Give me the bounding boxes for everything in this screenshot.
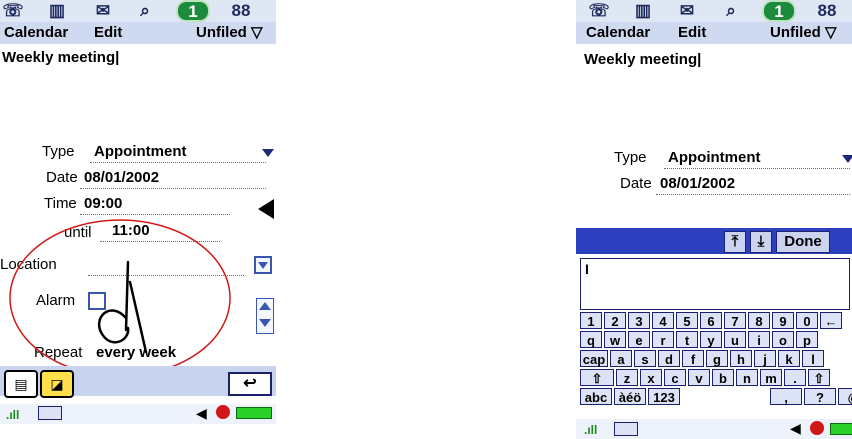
key-3-9[interactable]: ⇧ (808, 369, 830, 386)
key-1-9[interactable]: p (796, 331, 818, 348)
key-1-4[interactable]: t (676, 331, 698, 348)
menu-calendar[interactable]: Calendar (586, 22, 650, 44)
keyboard-icon[interactable] (614, 422, 638, 436)
key-3-0[interactable]: ⇧ (580, 369, 614, 386)
key-2-9[interactable]: l (802, 350, 824, 367)
key-2-6[interactable]: h (730, 350, 752, 367)
apps-icon[interactable]: 88 (816, 1, 838, 21)
key-1-5[interactable]: y (700, 331, 722, 348)
key-1-3[interactable]: r (652, 331, 674, 348)
key-4-1[interactable]: àéö (614, 388, 646, 405)
key-2-4[interactable]: f (682, 350, 704, 367)
type-dropdown-icon[interactable] (842, 155, 852, 163)
key-4-4[interactable]: ? (804, 388, 836, 405)
key-0-6[interactable]: 7 (724, 312, 746, 329)
key-3-4[interactable]: v (688, 369, 710, 386)
calendar-event-screen-right: ☏ ▥ ✉ ⌕ 1 88 Calendar Edit Unfiled ▽ Wee… (576, 0, 852, 439)
back-button[interactable]: ↩ (228, 372, 272, 396)
type-label: Type (614, 149, 647, 166)
key-2-3[interactable]: d (658, 350, 680, 367)
key-4-3[interactable]: , (770, 388, 802, 405)
menu-edit[interactable]: Edit (678, 22, 706, 44)
key-0-10[interactable]: ← (820, 312, 842, 329)
key-0-8[interactable]: 9 (772, 312, 794, 329)
clock-icon[interactable] (216, 405, 230, 419)
key-2-2[interactable]: s (634, 350, 656, 367)
key-3-3[interactable]: c (664, 369, 686, 386)
key-0-7[interactable]: 8 (748, 312, 770, 329)
tab-details[interactable]: ▤ (4, 370, 38, 398)
battery-icon (236, 407, 272, 419)
key-3-1[interactable]: z (616, 369, 638, 386)
text-input-area[interactable]: I (580, 258, 850, 310)
key-0-4[interactable]: 5 (676, 312, 698, 329)
key-0-3[interactable]: 4 (652, 312, 674, 329)
text-cursor: I (585, 261, 589, 277)
signal-icon: .ıll (6, 408, 20, 422)
key-0-1[interactable]: 2 (604, 312, 626, 329)
key-1-6[interactable]: u (724, 331, 746, 348)
key-2-7[interactable]: j (754, 350, 776, 367)
key-0-9[interactable]: 0 (796, 312, 818, 329)
keyboard-toolbar: ⤒ ⤓ Done (576, 228, 852, 254)
type-value[interactable]: Appointment (668, 149, 760, 166)
menu-bar: Calendar Edit Unfiled ▽ (576, 22, 852, 44)
move-to-bottom-button[interactable]: ⤓ (750, 231, 772, 253)
key-0-5[interactable]: 6 (700, 312, 722, 329)
key-2-0[interactable]: cap (580, 350, 608, 367)
phone-icon[interactable]: ☏ (588, 1, 610, 21)
status-bar: .ıll ◀ (576, 419, 852, 439)
key-1-7[interactable]: i (748, 331, 770, 348)
key-3-7[interactable]: m (760, 369, 782, 386)
key-1-8[interactable]: o (772, 331, 794, 348)
date-value[interactable]: 08/01/2002 (660, 175, 735, 192)
volume-icon[interactable]: ◀ (196, 405, 207, 422)
keyboard-icon[interactable] (38, 406, 62, 420)
key-2-8[interactable]: k (778, 350, 800, 367)
event-title[interactable]: Weekly meeting| (584, 51, 701, 68)
category-dropdown[interactable]: Unfiled ▽ (770, 22, 837, 44)
battery-icon (830, 423, 852, 435)
key-0-0[interactable]: 1 (580, 312, 602, 329)
key-3-8[interactable]: . (784, 369, 806, 386)
key-4-5[interactable]: @ (838, 388, 852, 405)
tab-note[interactable]: ◪ (40, 370, 74, 398)
key-4-0[interactable]: abc (580, 388, 612, 405)
status-bar: .ıll ◀ (0, 404, 276, 424)
key-0-2[interactable]: 3 (628, 312, 650, 329)
key-3-5[interactable]: b (712, 369, 734, 386)
key-1-1[interactable]: w (604, 331, 626, 348)
key-3-6[interactable]: n (736, 369, 758, 386)
move-to-top-button[interactable]: ⤒ (724, 231, 746, 253)
key-3-2[interactable]: x (640, 369, 662, 386)
calendar-event-screen-left: ☏ ▥ ✉ ⌕ 1 88 Calendar Edit Unfiled ▽ Wee… (0, 0, 276, 439)
key-1-0[interactable]: q (580, 331, 602, 348)
key-4-2[interactable]: 123 (648, 388, 680, 405)
browser-icon[interactable]: ⌕ (720, 1, 742, 21)
bottom-tab-bar: ▤ ◪ ↩ (0, 366, 276, 398)
done-button[interactable]: Done (776, 231, 830, 253)
date-label: Date (620, 175, 652, 192)
key-1-2[interactable]: e (628, 331, 650, 348)
mail-icon[interactable]: ✉ (676, 1, 698, 21)
key-2-5[interactable]: g (706, 350, 728, 367)
soft-keyboard: ⤒ ⤓ Done I 1 2 3 4 5 6 7 8 9 0 ← q w e r t y u i o p cap a s d f g… (576, 228, 852, 420)
app-icon-bar: ☏ ▥ ✉ ⌕ 1 88 (576, 0, 852, 22)
signal-icon: .ıll (584, 423, 598, 437)
calendar-icon[interactable]: 1 (762, 0, 796, 22)
volume-icon[interactable]: ◀ (790, 420, 801, 437)
key-2-1[interactable]: a (610, 350, 632, 367)
clock-icon[interactable] (810, 421, 824, 435)
book-icon[interactable]: ▥ (632, 1, 654, 21)
